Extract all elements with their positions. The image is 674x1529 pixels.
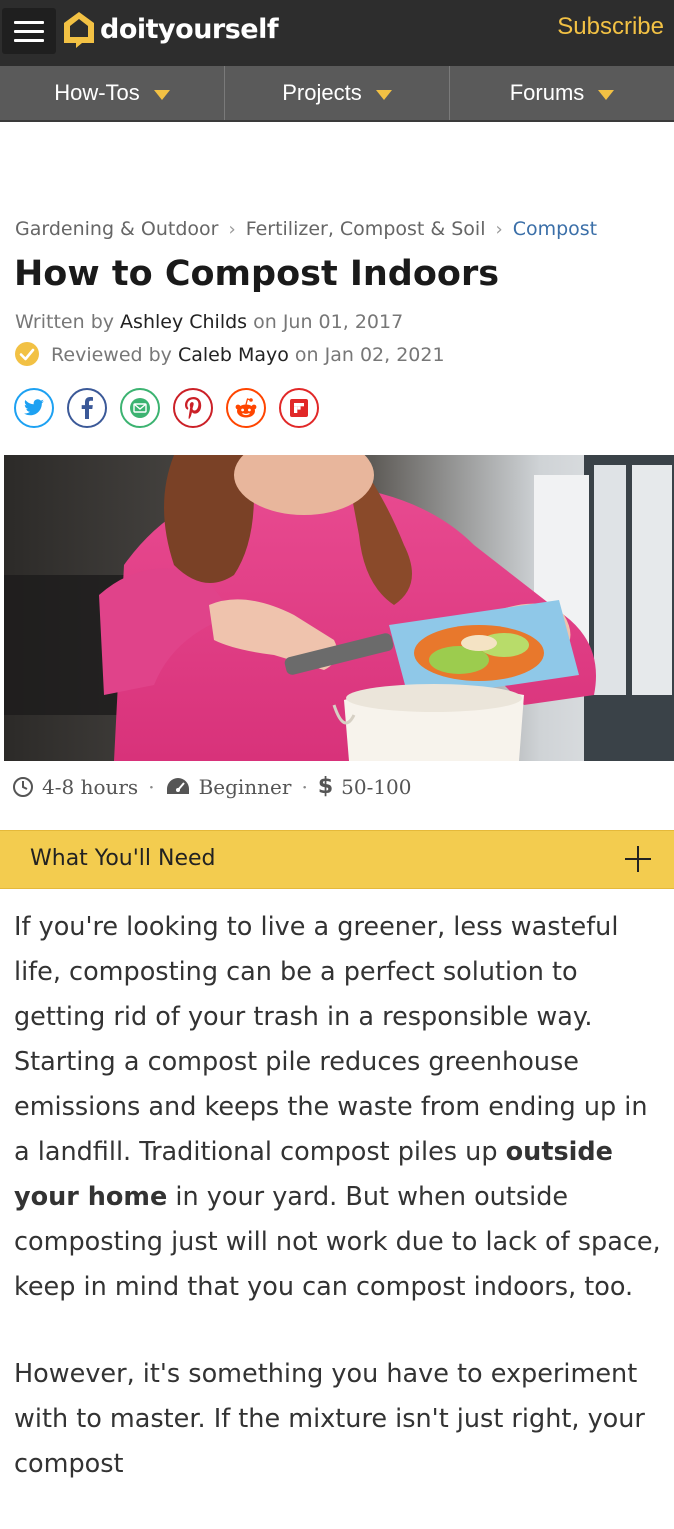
menu-line — [14, 38, 44, 42]
chevron-right-icon: › — [495, 218, 503, 240]
reviewed-prefix: Reviewed by — [51, 344, 172, 366]
difficulty-level: Beginner — [198, 774, 292, 799]
article-body: If you're looking to live a greener, les… — [14, 905, 664, 1529]
reddit-icon — [235, 398, 257, 418]
twitter-share-button[interactable] — [14, 388, 54, 428]
paragraph-text: If you're looking to live a greener, les… — [14, 912, 648, 1167]
project-meta: 4-8 hours · Beginner · $ 50-100 — [12, 774, 412, 799]
breadcrumb-item[interactable]: Fertilizer, Compost & Soil — [246, 218, 486, 240]
twitter-icon — [24, 399, 44, 416]
breadcrumb-item[interactable]: Gardening & Outdoor — [15, 218, 218, 240]
paragraph: If you're looking to live a greener, les… — [14, 905, 664, 1310]
pinterest-icon — [185, 397, 202, 419]
separator-dot: · — [301, 774, 308, 799]
nav-projects[interactable]: Projects — [225, 66, 450, 120]
breadcrumb: Gardening & Outdoor › Fertilizer, Compos… — [15, 218, 597, 240]
menu-line — [14, 20, 44, 24]
pinterest-share-button[interactable] — [173, 388, 213, 428]
gauge-icon — [166, 777, 189, 794]
verified-check-icon — [15, 342, 39, 366]
facebook-share-button[interactable] — [67, 388, 107, 428]
reddit-share-button[interactable] — [226, 388, 266, 428]
breadcrumb-item-current[interactable]: Compost — [513, 218, 597, 240]
top-header: doityourself Subscribe — [0, 0, 674, 66]
facebook-icon — [81, 397, 93, 419]
dollar-icon: $ — [317, 774, 334, 799]
nav-how-tos[interactable]: How-Tos — [0, 66, 225, 120]
reviewed-date: on Jan 02, 2021 — [294, 344, 445, 366]
needs-label: What You'll Need — [30, 846, 216, 871]
cost-estimate: 50-100 — [341, 774, 412, 799]
flipboard-share-button[interactable] — [279, 388, 319, 428]
composting-photo — [4, 455, 674, 761]
hero-image — [4, 455, 674, 761]
nav-forums[interactable]: Forums — [450, 66, 674, 120]
written-date: on Jun 01, 2017 — [253, 311, 404, 333]
page-title: How to Compost Indoors — [14, 254, 500, 294]
what-youll-need-toggle[interactable]: What You'll Need — [0, 830, 674, 889]
reviewed-by-line: Reviewed by Caleb Mayo on Jan 02, 2021 — [15, 342, 445, 366]
flipboard-icon — [290, 399, 308, 417]
social-share-bar — [14, 388, 319, 428]
dropdown-arrow-icon — [598, 89, 615, 100]
nav-label: Projects — [282, 80, 362, 105]
nav-label: How-Tos — [54, 80, 140, 105]
email-share-button[interactable] — [120, 388, 160, 428]
time-estimate: 4-8 hours — [42, 774, 139, 799]
reviewer-name[interactable]: Caleb Mayo — [178, 344, 289, 366]
separator-dot: · — [148, 774, 155, 799]
dropdown-arrow-icon — [153, 89, 170, 100]
email-icon — [130, 398, 150, 418]
nav-label: Forums — [509, 80, 585, 105]
dropdown-arrow-icon — [375, 89, 392, 100]
main-nav: How-Tos Projects Forums — [0, 66, 674, 122]
subscribe-link[interactable]: Subscribe — [557, 13, 664, 41]
house-logo-icon — [64, 12, 94, 48]
hamburger-menu-button[interactable] — [2, 8, 56, 54]
brand-name: doityourself — [100, 13, 279, 45]
written-by-line: Written by Ashley Childs on Jun 01, 2017 — [15, 311, 403, 333]
menu-line — [14, 29, 44, 33]
site-logo[interactable]: doityourself — [62, 10, 279, 48]
chevron-right-icon: › — [228, 218, 236, 240]
paragraph: However, it's something you have to expe… — [14, 1359, 645, 1479]
clock-icon — [13, 776, 33, 797]
author-name[interactable]: Ashley Childs — [120, 311, 247, 333]
written-prefix: Written by — [15, 311, 114, 333]
plus-icon — [624, 845, 652, 873]
